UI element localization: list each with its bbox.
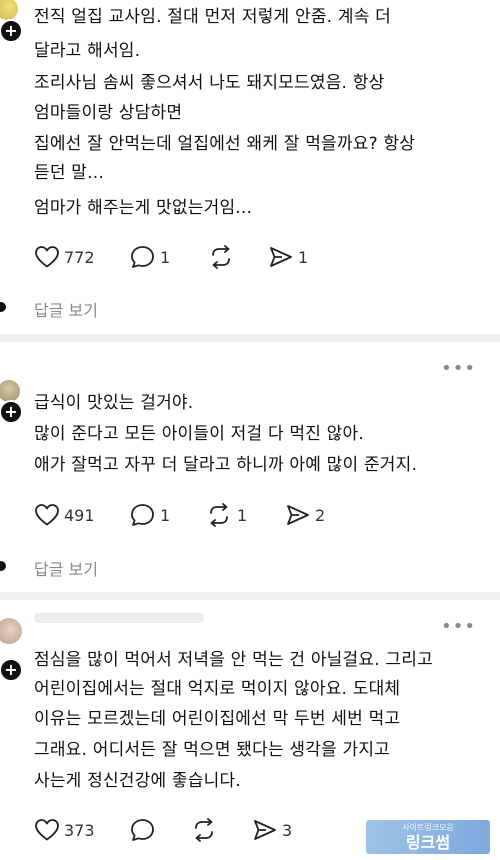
share-button[interactable]: 2: [285, 503, 325, 527]
send-icon: [270, 247, 292, 267]
comment-text-line: 그래요. 어디서든 잘 먹으면 됐다는 생각을 가지고: [34, 740, 391, 760]
heart-icon: [35, 504, 59, 526]
comment-text-line: 급식이 맛있는 걸거야.: [34, 393, 194, 413]
comment-text-line: 집에선 잘 안먹는데 얼집에선 왜케 잘 먹을까요? 항상: [34, 134, 416, 154]
share-button[interactable]: 1: [268, 245, 308, 269]
avatar[interactable]: [0, 380, 20, 402]
like-button[interactable]: 373: [34, 818, 95, 842]
view-replies-link[interactable]: 답글 보기: [34, 297, 98, 321]
follow-plus-button[interactable]: +: [0, 19, 23, 43]
comment-text-line: 전직 얼집 교사임. 절대 먼저 저렇게 안줌. 계속 더: [34, 7, 391, 27]
repost-button[interactable]: [190, 818, 222, 842]
comment-text-line: 많이 준다고 모든 아이들이 저걸 다 먹진 않아.: [34, 424, 364, 444]
like-count: 373: [64, 820, 95, 840]
repost-icon: [212, 245, 230, 269]
avatar[interactable]: [0, 0, 18, 20]
comment-text-line: 어린이집에서는 절대 억지로 먹이지 않아요. 도대체: [34, 679, 401, 699]
comment-bubble-icon: [131, 819, 154, 841]
more-options-button[interactable]: •••: [441, 358, 476, 379]
repost-button[interactable]: 1: [205, 503, 247, 527]
follow-plus-button[interactable]: +: [0, 658, 23, 682]
view-replies-link[interactable]: 답글 보기: [34, 556, 98, 580]
share-count: 3: [282, 820, 293, 840]
send-icon: [254, 820, 276, 840]
share-count: 1: [298, 247, 309, 267]
avatar[interactable]: [0, 618, 22, 644]
heart-icon: [35, 819, 59, 841]
share-count: 2: [315, 505, 326, 525]
repost-icon: [195, 818, 213, 842]
comment-text-line: 사는게 정신건강에 좋습니다.: [34, 771, 241, 791]
username[interactable]: [34, 613, 204, 623]
follow-plus-button[interactable]: +: [0, 400, 23, 424]
like-button[interactable]: 491: [34, 503, 95, 527]
send-icon: [287, 505, 309, 525]
comment-text-line: 듣던 말...: [34, 163, 104, 183]
comment-bubble-icon: [131, 504, 154, 526]
comment-bubble-icon: [131, 246, 154, 268]
watermark-logo: 사이트링크모음 링크썸: [366, 820, 490, 854]
comment-text-line: 애가 잘먹고 자꾸 더 달라고 하니까 아예 많이 준거지.: [34, 455, 418, 475]
reply-thread-dot: [0, 561, 6, 571]
reply-button[interactable]: 1: [130, 245, 170, 269]
reply-count: 1: [160, 505, 171, 525]
more-options-button[interactable]: •••: [441, 616, 476, 637]
share-button[interactable]: 3: [252, 818, 292, 842]
comment-text-line: 점심을 많이 먹어서 저녁을 안 먹는 건 아닐걸요. 그리고: [34, 650, 433, 670]
repost-icon: [210, 503, 228, 527]
repost-count: 1: [237, 505, 248, 525]
reply-button[interactable]: [130, 818, 160, 842]
watermark-title: 링크썸: [405, 833, 451, 852]
reply-count: 1: [160, 247, 171, 267]
comment-text-line: 이유는 모르겠는데 어린이집에선 막 두번 세번 먹고: [34, 709, 401, 729]
comment-text-line: 달라고 해서임.: [34, 41, 141, 61]
comment-text-line: 조리사님 솜씨 좋으셔서 나도 돼지모드였음. 항상: [34, 73, 385, 93]
reply-button[interactable]: 1: [130, 503, 170, 527]
heart-icon: [35, 246, 59, 268]
like-count: 491: [64, 505, 95, 525]
reply-thread-dot: [0, 302, 6, 312]
watermark-subtitle: 사이트링크모음: [402, 823, 454, 832]
like-count: 772: [64, 247, 95, 267]
comment-text-line: 엄마들이랑 상담하면: [34, 103, 183, 123]
repost-button[interactable]: [207, 245, 239, 269]
comment-text-line: 엄마가 해주는게 맛없는거임...: [34, 198, 253, 218]
section-divider: [0, 334, 500, 342]
section-divider: [0, 592, 500, 600]
like-button[interactable]: 772: [34, 245, 95, 269]
